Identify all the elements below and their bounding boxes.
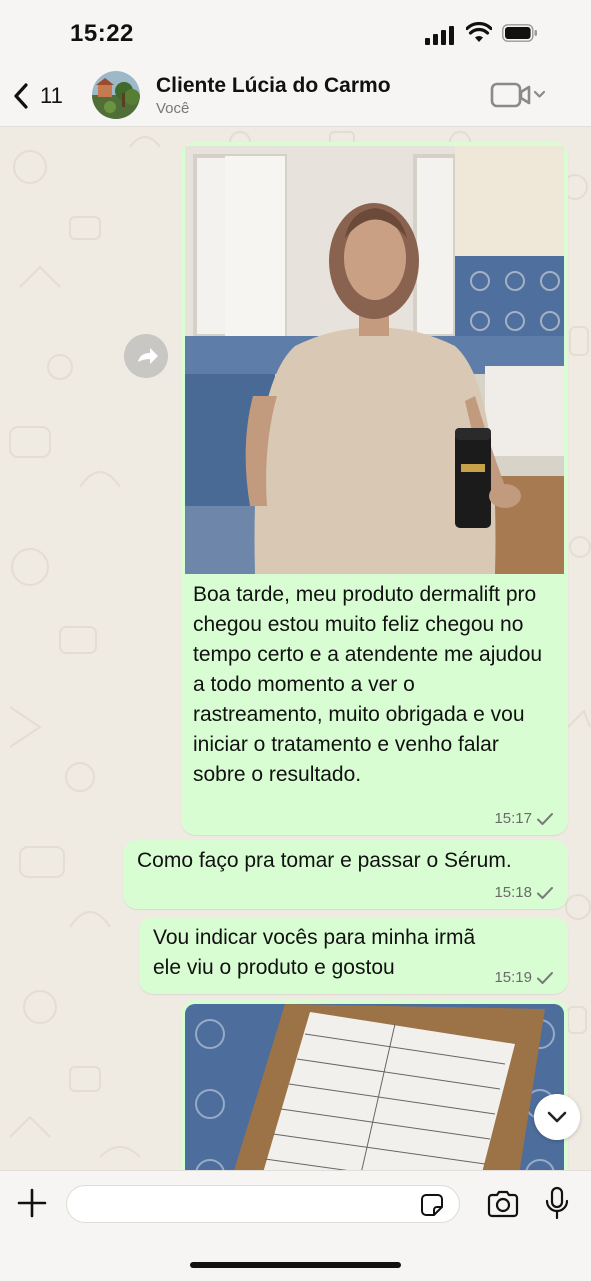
message-meta: 15:17 xyxy=(494,810,554,827)
sticker-icon[interactable] xyxy=(420,1193,444,1217)
contact-name[interactable]: Cliente Lúcia do Carmo xyxy=(156,74,391,98)
sent-check-icon xyxy=(537,971,553,984)
avatar[interactable] xyxy=(92,71,140,119)
message-bubble-outgoing[interactable]: Como faço pra tomar e passar o Sérum. 15… xyxy=(123,840,568,909)
sent-check-icon xyxy=(537,812,553,825)
chat-header: 11 Cliente Lúcia do Carmo Você xyxy=(0,64,591,127)
message-time: 15:19 xyxy=(494,969,532,986)
cellular-signal-icon xyxy=(425,25,454,45)
avatar-image xyxy=(92,71,140,119)
message-input[interactable] xyxy=(66,1185,460,1223)
wifi-icon xyxy=(466,22,492,42)
microphone-icon[interactable] xyxy=(544,1186,570,1220)
message-meta: 15:18 xyxy=(494,884,554,901)
message-time: 15:18 xyxy=(494,884,532,901)
status-time: 15:22 xyxy=(70,20,134,47)
message-bubble-outgoing[interactable]: Vou indicar vocês para minha irmã ele vi… xyxy=(139,917,568,994)
back-button[interactable]: 11 xyxy=(12,76,72,116)
unread-count: 11 xyxy=(40,83,63,108)
battery-icon xyxy=(502,24,537,42)
message-bubble-outgoing[interactable] xyxy=(181,1000,568,1170)
chat-area[interactable]: Boa tarde, meu produto dermalift pro che… xyxy=(0,127,591,1170)
plus-icon[interactable] xyxy=(16,1187,48,1219)
camera-icon[interactable] xyxy=(486,1189,520,1219)
chevron-left-icon xyxy=(14,83,28,109)
scroll-down-button[interactable] xyxy=(534,1094,580,1140)
message-text: Vou indicar vocês para minha irmã ele vi… xyxy=(153,926,476,979)
forward-icon[interactable] xyxy=(124,334,168,378)
sent-check-icon xyxy=(537,886,553,899)
message-bubble-outgoing[interactable]: Boa tarde, meu produto dermalift pro che… xyxy=(181,142,568,835)
message-text: Boa tarde, meu produto dermalift pro che… xyxy=(193,583,543,786)
message-time: 15:17 xyxy=(494,810,532,827)
message-image-shipping-label[interactable] xyxy=(185,1004,564,1170)
home-indicator xyxy=(190,1262,401,1268)
video-call-button[interactable] xyxy=(490,80,548,110)
message-text: Como faço pra tomar e passar o Sérum. xyxy=(137,849,512,872)
composer-bar xyxy=(0,1170,591,1281)
contact-subtitle: Você xyxy=(156,100,190,117)
message-meta: 15:19 xyxy=(494,969,554,986)
status-bar: 15:22 xyxy=(0,0,591,64)
message-image-woman-with-product[interactable] xyxy=(185,146,564,574)
